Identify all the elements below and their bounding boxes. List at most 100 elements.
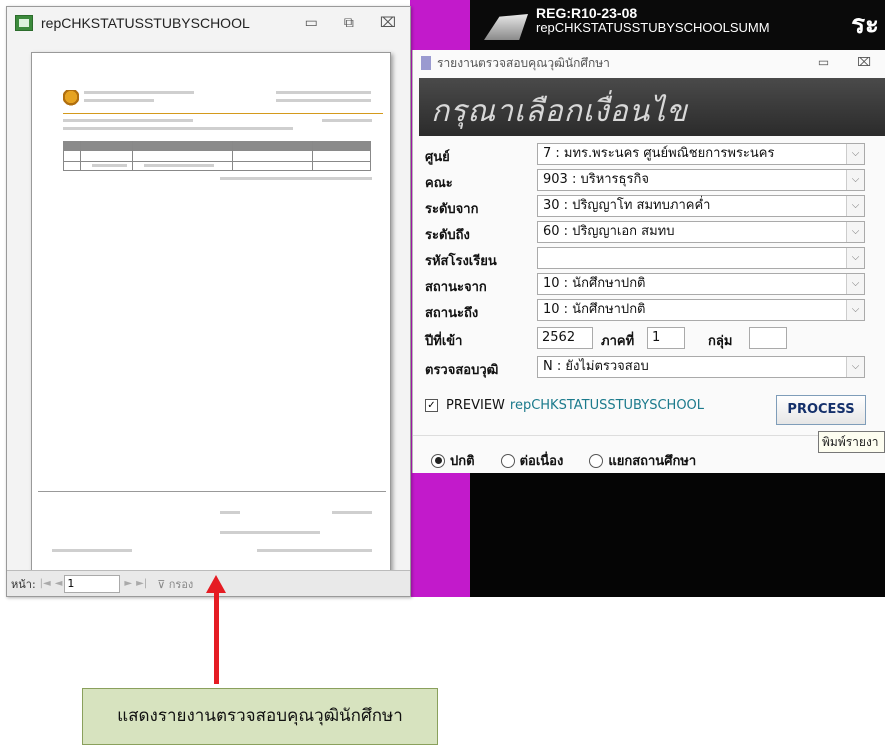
radio-empty-icon[interactable]: [589, 453, 604, 468]
minimize-icon[interactable]: ▭: [818, 55, 829, 69]
app-header-strip: REG:R10-23-08 repCHKSTATUSSTUBYSCHOOLSUM…: [470, 0, 885, 50]
filter-label: กรอง: [168, 577, 194, 591]
report-header-rule: [63, 113, 383, 114]
level-to-value: 60 : ปริญญาเอก สมทบ: [543, 224, 675, 239]
page-number-input[interactable]: 1: [64, 574, 121, 593]
field-row-center: ศูนย์ 7 : มทร.พระนคร ศูนย์พณิชยการพระนคร…: [413, 143, 885, 165]
chevron-down-icon[interactable]: ⌵: [846, 222, 864, 242]
restore-icon[interactable]: ⧉: [344, 15, 354, 31]
preview-checkbox[interactable]: ✓: [425, 399, 438, 412]
report-table-header: [63, 141, 371, 151]
chevron-down-icon[interactable]: ⌵: [846, 170, 864, 190]
report-text-line: [276, 91, 371, 94]
preview-label: PREVIEW: [446, 398, 505, 413]
report-name: repCHKSTATUSSTUBYSCHOOLSUMM: [536, 20, 770, 35]
field-row-year: ปีที่เข้า 2562 ภาคที่ 1 กลุ่ม: [413, 327, 885, 349]
radio-label: แยกสถานศึกษา: [608, 454, 697, 469]
level-from-value: 30 : ปริญญาโท สมทบภาคค่ำ: [543, 198, 711, 213]
red-arrow-shaft: [214, 588, 219, 684]
field-row-status-from: สถานะจาก 10 : นักศึกษาปกติ ⌵: [413, 273, 885, 295]
preview-window-controls: ▭ ⧉ ⌧: [305, 15, 396, 31]
report-text-line: [220, 177, 372, 180]
chevron-down-icon[interactable]: ⌵: [846, 144, 864, 164]
status-to-value: 10 : นักศึกษาปกติ: [543, 302, 646, 317]
preview-report-name: repCHKSTATUSSTUBYSCHOOL: [509, 398, 705, 413]
report-text-line: [92, 164, 127, 167]
year-label: ปีที่เข้า: [425, 334, 463, 349]
chevron-down-icon[interactable]: ⌵: [846, 357, 864, 377]
tooltip: พิมพ์รายงา: [818, 431, 885, 453]
radio-empty-icon[interactable]: [500, 453, 515, 468]
prev-page-icon[interactable]: ◄: [55, 578, 63, 589]
radio-selected-icon[interactable]: [431, 453, 445, 468]
report-page-thumbnail: [31, 52, 391, 572]
close-icon[interactable]: ⌧: [857, 55, 871, 69]
field-row-status-to: สถานะถึง 10 : นักศึกษาปกติ ⌵: [413, 299, 885, 321]
report-text-line: [84, 91, 194, 94]
report-table-divider: [312, 141, 313, 171]
report-text-line: [276, 99, 371, 102]
field-label: สถานะถึง: [425, 306, 479, 321]
faculty-value: 903 : บริหารธุรกิจ: [543, 172, 649, 187]
report-preview-window: repCHKSTATUSSTUBYSCHOOL ▭ ⧉ ⌧ หน้า: |◄ ◄…: [6, 6, 411, 597]
radio-continuing[interactable]: ต่อเนื่อง: [500, 450, 564, 471]
minimize-icon[interactable]: ▭: [305, 15, 318, 31]
dialog-divider: [413, 435, 885, 436]
reg-code: REG:R10-23-08: [536, 5, 638, 21]
center-select[interactable]: 7 : มทร.พระนคร ศูนย์พณิชยการพระนคร ⌵: [537, 143, 865, 165]
term-input[interactable]: 1: [647, 327, 685, 349]
report-text-line: [144, 164, 214, 167]
status-from-value: 10 : นักศึกษาปกติ: [543, 276, 646, 291]
report-table-divider: [132, 141, 133, 171]
status-to-select[interactable]: 10 : นักศึกษาปกติ ⌵: [537, 299, 865, 321]
chevron-down-icon[interactable]: ⌵: [846, 300, 864, 320]
chevron-down-icon[interactable]: ⌵: [846, 196, 864, 216]
preview-option[interactable]: ✓ PREVIEW repCHKSTATUSSTUBYSCHOOL: [425, 398, 704, 413]
term-label: ภาคที่: [601, 334, 635, 349]
field-label: ตรวจสอบวุฒิ: [425, 363, 499, 378]
radio-label: ปกติ: [450, 454, 475, 469]
radio-label: ต่อเนื่อง: [519, 454, 564, 469]
report-text-line: [257, 549, 372, 552]
field-label: ศูนย์: [425, 150, 450, 165]
field-row-qualification-check: ตรวจสอบวุฒิ N : ยังไม่ตรวจสอบ ⌵: [413, 356, 885, 378]
filter-button[interactable]: ⊽ กรอง: [157, 575, 193, 593]
report-text-line: [220, 511, 240, 514]
chevron-down-icon[interactable]: ⌵: [846, 248, 864, 268]
close-icon[interactable]: ⌧: [380, 15, 396, 31]
status-from-select[interactable]: 10 : นักศึกษาปกติ ⌵: [537, 273, 865, 295]
dialog-banner: กรุณาเลือกเงื่อนไข: [419, 78, 885, 136]
last-page-icon[interactable]: ►|: [136, 578, 147, 589]
process-button[interactable]: PROCESS: [776, 395, 866, 425]
dialog-window-controls: ▭ ⌧: [818, 55, 871, 69]
report-text-line: [332, 511, 372, 514]
level-to-select[interactable]: 60 : ปริญญาเอก สมทบ ⌵: [537, 221, 865, 243]
report-table-divider: [232, 141, 233, 171]
qualification-check-value: N : ยังไม่ตรวจสอบ: [543, 359, 649, 374]
chevron-down-icon[interactable]: ⌵: [846, 274, 864, 294]
faculty-select[interactable]: 903 : บริหารธุรกิจ ⌵: [537, 169, 865, 191]
preview-window-title: repCHKSTATUSSTUBYSCHOOL: [41, 15, 250, 31]
school-code-select[interactable]: ⌵: [537, 247, 865, 269]
radio-normal[interactable]: ปกติ: [431, 450, 475, 471]
report-text-line: [322, 119, 372, 122]
report-text-line: [63, 119, 193, 122]
report-mode-radios: ปกติ ต่อเนื่อง แยกสถานศึกษา: [431, 450, 722, 471]
field-row-level-from: ระดับจาก 30 : ปริญญาโท สมทบภาคค่ำ ⌵: [413, 195, 885, 217]
year-input[interactable]: 2562: [537, 327, 593, 349]
level-from-select[interactable]: 30 : ปริญญาโท สมทบภาคค่ำ ⌵: [537, 195, 865, 217]
qualification-check-select[interactable]: N : ยังไม่ตรวจสอบ ⌵: [537, 356, 865, 378]
banner-text: กรุณาเลือกเงื่อนไข: [431, 94, 688, 129]
field-row-school-code: รหัสโรงเรียน ⌵: [413, 247, 885, 269]
dialog-titlebar[interactable]: รายงานตรวจสอบคุณวุฒินักศึกษา: [413, 50, 885, 76]
next-page-icon[interactable]: ►: [124, 578, 132, 589]
report-footer-rule: [38, 491, 386, 492]
radio-by-school[interactable]: แยกสถานศึกษา: [589, 450, 696, 471]
report-text-line: [52, 549, 132, 552]
university-emblem-icon: [63, 90, 79, 110]
page-label: หน้า:: [11, 577, 36, 591]
field-label: ระดับจาก: [425, 202, 479, 217]
dialog-title: รายงานตรวจสอบคุณวุฒินักศึกษา: [437, 55, 610, 70]
first-page-icon[interactable]: |◄: [40, 578, 51, 589]
group-input[interactable]: [749, 327, 787, 349]
